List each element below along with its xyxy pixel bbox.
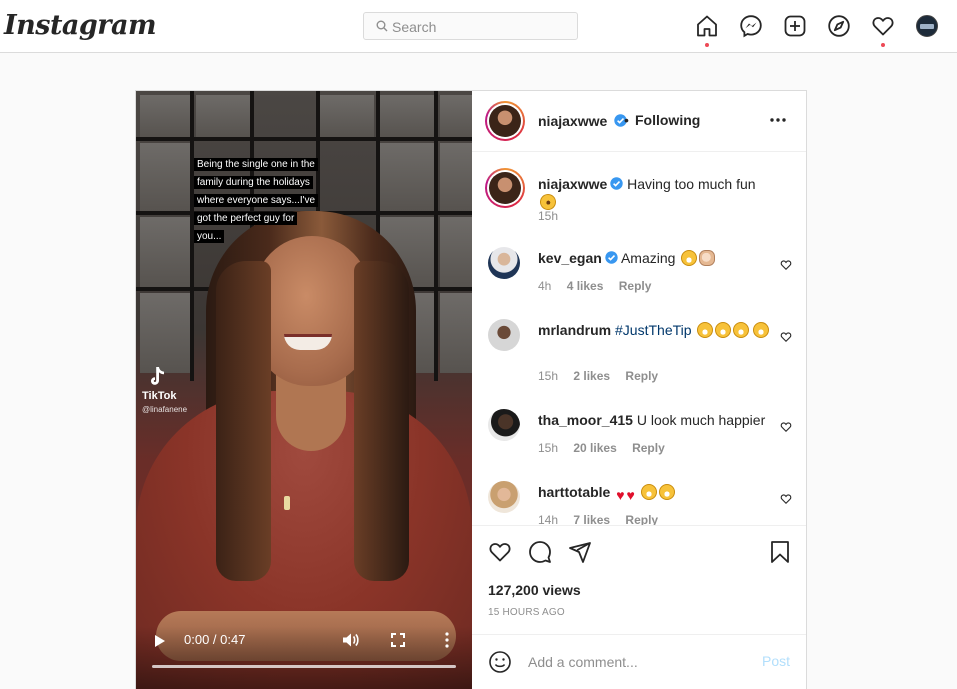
laughing-emoji-icon bbox=[697, 322, 714, 338]
following-button[interactable]: Following bbox=[635, 112, 700, 128]
comment-text: U look much happier bbox=[636, 412, 766, 428]
add-comment-bar: Post bbox=[472, 634, 806, 689]
fullscreen-icon[interactable] bbox=[391, 633, 405, 647]
post-header: niajaxwwe • Following bbox=[472, 91, 806, 152]
comment-reply-button[interactable]: Reply bbox=[619, 279, 652, 293]
commenter-avatar[interactable] bbox=[488, 481, 520, 513]
tiktok-watermark: TikTok bbox=[142, 390, 177, 402]
share-paper-plane-icon[interactable] bbox=[568, 540, 592, 564]
comment-likes[interactable]: 4 likes bbox=[567, 279, 604, 293]
author-username[interactable]: niajaxwwe bbox=[538, 113, 607, 129]
search-box[interactable] bbox=[363, 12, 578, 40]
comment-hashtag[interactable]: #JustTheTip bbox=[615, 322, 692, 338]
laughing-emoji-icon bbox=[658, 484, 675, 500]
add-comment-input[interactable] bbox=[528, 651, 748, 673]
top-nav-bar: Instagram bbox=[0, 0, 957, 53]
comment-likes[interactable]: 20 likes bbox=[573, 441, 616, 455]
new-post-icon bbox=[784, 15, 806, 37]
header-separator: • bbox=[624, 112, 629, 128]
commenter-avatar[interactable] bbox=[488, 247, 520, 279]
comment-time[interactable]: 15h bbox=[538, 441, 558, 455]
video-progress-bar[interactable] bbox=[152, 665, 456, 668]
comment-item: harttotable ♥ ♥ 14h 7 likes Reply bbox=[488, 481, 793, 525]
laughing-emoji-icon bbox=[640, 484, 657, 500]
play-icon[interactable] bbox=[154, 634, 166, 648]
comment-time[interactable]: 4h bbox=[538, 279, 551, 293]
necklace-pendant bbox=[284, 496, 290, 510]
author-avatar[interactable] bbox=[485, 101, 525, 141]
laughing-emoji-icon bbox=[681, 250, 698, 266]
red-heart-emoji-icon: ♥ bbox=[616, 487, 625, 503]
post-video[interactable]: Being the single one in the family durin… bbox=[136, 91, 472, 689]
messenger-icon bbox=[740, 15, 762, 38]
explore-button[interactable] bbox=[827, 14, 851, 38]
like-heart-icon[interactable] bbox=[488, 540, 512, 564]
search-input[interactable] bbox=[392, 17, 572, 37]
comment-likes[interactable]: 7 likes bbox=[573, 513, 610, 525]
comment-reply-button[interactable]: Reply bbox=[625, 513, 658, 525]
verified-badge-icon bbox=[605, 251, 618, 264]
direct-messages-button[interactable] bbox=[739, 14, 763, 38]
profile-avatar[interactable] bbox=[916, 15, 938, 37]
new-post-button[interactable] bbox=[783, 14, 807, 38]
comment-username[interactable]: mrlandrum bbox=[538, 322, 611, 338]
activity-heart-icon bbox=[872, 17, 894, 36]
caption-text: Having too much fun bbox=[627, 176, 756, 192]
activity-button[interactable] bbox=[871, 14, 895, 47]
comment-item: tha_moor_415 U look much happier 15h 20 … bbox=[488, 409, 793, 469]
home-button[interactable] bbox=[695, 14, 719, 47]
instagram-logo[interactable]: Instagram bbox=[4, 10, 157, 41]
laughing-emoji-icon bbox=[753, 322, 770, 338]
comment-username[interactable]: tha_moor_415 bbox=[538, 412, 633, 428]
comment-text: Amazing bbox=[620, 250, 676, 266]
post-side-panel: niajaxwwe • Following niajaxwwe Having t… bbox=[472, 91, 806, 689]
comment-like-heart-icon[interactable] bbox=[780, 421, 792, 433]
commenter-avatar[interactable] bbox=[488, 319, 520, 351]
save-bookmark-icon[interactable] bbox=[768, 540, 792, 564]
home-notification-dot bbox=[705, 43, 709, 47]
emoji-picker-icon[interactable] bbox=[488, 650, 512, 674]
comment-username[interactable]: harttotable bbox=[538, 484, 610, 500]
comment-username[interactable]: kev_egan bbox=[538, 250, 602, 266]
activity-notification-dot bbox=[881, 43, 885, 47]
person-face bbox=[254, 236, 370, 386]
comment-like-heart-icon[interactable] bbox=[780, 493, 792, 505]
verified-badge-icon bbox=[610, 177, 623, 190]
comment-likes[interactable]: 2 likes bbox=[573, 369, 610, 383]
red-heart-emoji-icon: ♥ bbox=[626, 487, 635, 503]
clapping-hands-emoji-icon bbox=[699, 250, 716, 266]
comment-bubble-icon[interactable] bbox=[528, 540, 552, 564]
comment-like-heart-icon[interactable] bbox=[780, 331, 792, 343]
home-icon bbox=[697, 15, 717, 37]
comment-time[interactable]: 14h bbox=[538, 513, 558, 525]
post-card: Being the single one in the family durin… bbox=[135, 90, 807, 689]
comment-reply-button[interactable]: Reply bbox=[625, 369, 658, 383]
video-caption-overlay: Being the single one in the family durin… bbox=[194, 154, 344, 244]
video-more-options-icon[interactable] bbox=[444, 632, 450, 648]
comment-time[interactable]: 15h bbox=[538, 369, 558, 383]
post-caption: niajaxwwe Having too much fun 15h bbox=[485, 168, 793, 231]
tiktok-logo-icon bbox=[151, 367, 164, 385]
search-icon bbox=[376, 20, 388, 32]
post-timestamp[interactable]: 15 HOURS AGO bbox=[488, 607, 565, 618]
laughing-emoji-icon bbox=[733, 322, 750, 338]
comments-section[interactable]: niajaxwwe Having too much fun 15h kev_eg… bbox=[472, 153, 806, 525]
caption-author-avatar[interactable] bbox=[485, 168, 525, 208]
comment-like-heart-icon[interactable] bbox=[780, 259, 792, 271]
comment-item: mrlandrum #JustTheTip 15h 2 likes Reply bbox=[488, 319, 793, 399]
commenter-avatar[interactable] bbox=[488, 409, 520, 441]
video-time: 0:00 / 0:47 bbox=[184, 632, 246, 647]
more-options-icon[interactable] bbox=[769, 117, 787, 123]
explore-icon bbox=[828, 15, 850, 37]
caption-time[interactable]: 15h bbox=[538, 209, 558, 223]
tiktok-username: @linafanene bbox=[142, 405, 188, 414]
post-comment-button[interactable]: Post bbox=[762, 653, 790, 669]
caption-username[interactable]: niajaxwwe bbox=[538, 176, 607, 192]
comment-reply-button[interactable]: Reply bbox=[632, 441, 665, 455]
laughing-emoji-icon bbox=[715, 322, 732, 338]
view-count[interactable]: 127,200 views bbox=[488, 582, 581, 598]
volume-icon[interactable] bbox=[342, 632, 360, 648]
comment-item: kev_egan Amazing 4h 4 likes Reply bbox=[488, 247, 793, 307]
post-actions: 127,200 views 15 HOURS AGO bbox=[472, 525, 806, 635]
